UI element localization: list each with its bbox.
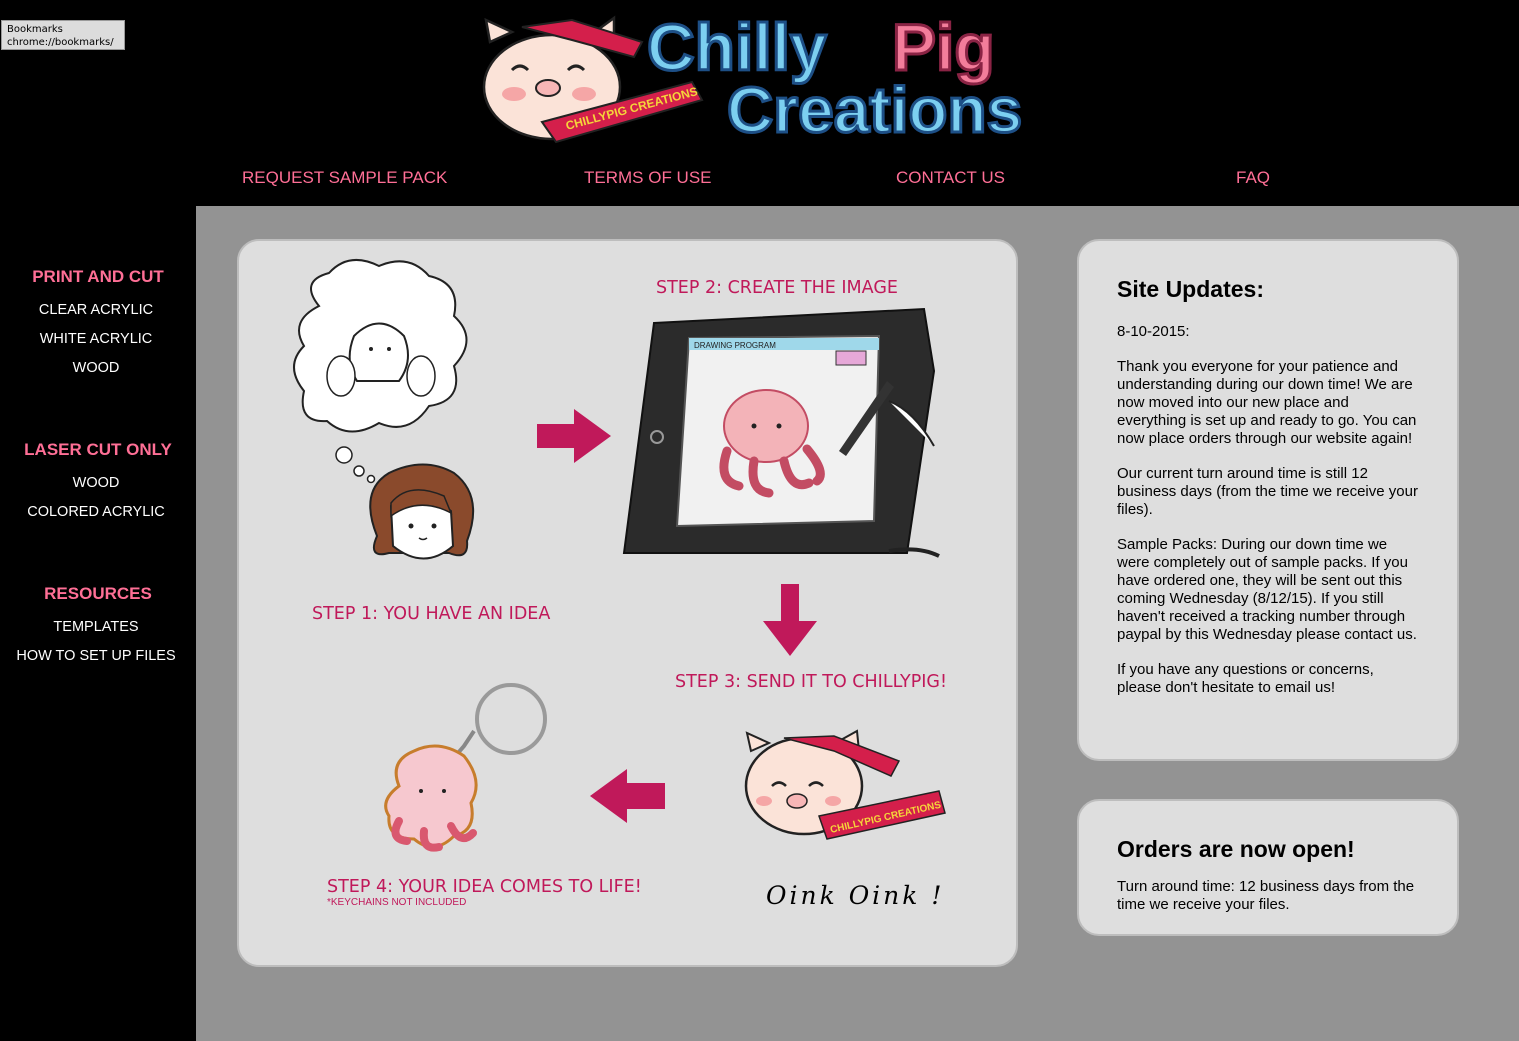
nav-faq[interactable]: FAQ <box>1236 168 1270 188</box>
tablet-screen-label: DRAWING PROGRAM <box>694 341 776 350</box>
site-updates-date: 8-10-2015: <box>1117 323 1190 340</box>
thought-bubble-icon <box>293 258 468 484</box>
site-updates-card: Site Updates: 8-10-2015: Thank you every… <box>1077 239 1459 761</box>
site-updates-paragraph-3: Sample Packs: During our down time we we… <box>1117 536 1417 643</box>
step-3-label: STEP 3: SEND IT TO CHILLYPIG! <box>675 672 947 692</box>
sidebar-item-wood-laser[interactable]: WOOD <box>0 475 192 491</box>
sidebar-item-templates[interactable]: TEMPLATES <box>0 619 192 635</box>
sidebar-item-colored-acrylic[interactable]: COLORED ACRYLIC <box>0 504 192 520</box>
sidebar-heading-resources: RESOURCES <box>44 584 152 603</box>
sidebar-item-clear-acrylic[interactable]: CLEAR ACRYLIC <box>0 302 192 318</box>
step-4-label: STEP 4: YOUR IDEA COMES TO LIFE! <box>327 877 642 897</box>
logo-word-creations: Creations <box>727 74 1022 146</box>
nav-request-sample-pack[interactable]: REQUEST SAMPLE PACK <box>242 168 447 188</box>
site-updates-paragraph-4: If you have any questions or concerns, p… <box>1117 661 1374 696</box>
orders-open-card: Orders are now open! Turn around time: 1… <box>1077 799 1459 936</box>
arrow-right-icon <box>537 409 611 463</box>
sidebar-heading-print-and-cut: PRINT AND CUT <box>32 267 164 286</box>
orders-turnaround-text: Turn around time: 12 business days from … <box>1117 878 1415 913</box>
chillypig-logo[interactable]: CHILLYPIG CREATIONS Chilly Pig Creations <box>472 2 1122 152</box>
site-updates-paragraph-1: Thank you everyone for your patience and… <box>1117 358 1417 447</box>
step-2-label: STEP 2: CREATE THE IMAGE <box>656 278 898 298</box>
how-it-works-panel: DRAWING PROGRAM CHILLYPIG CREATIONS STEP… <box>237 239 1018 967</box>
arrow-left-icon <box>590 769 665 823</box>
logo-word-pig: Pig <box>892 10 995 84</box>
drawing-tablet-icon: DRAWING PROGRAM <box>622 307 940 558</box>
bookmarks-tooltip: Bookmarks chrome://bookmarks/ <box>1 20 125 50</box>
logo-word-chilly: Chilly <box>647 10 827 84</box>
sidebar-item-wood-print[interactable]: WOOD <box>0 360 192 376</box>
keychain-icon <box>384 683 547 852</box>
tooltip-url: chrome://bookmarks/ <box>7 37 114 48</box>
orders-open-title: Orders are now open! <box>1117 836 1355 862</box>
step-4-note: *KEYCHAINS NOT INCLUDED <box>327 897 467 908</box>
sidebar-item-white-acrylic[interactable]: WHITE ACRYLIC <box>0 331 192 347</box>
nav-contact-us[interactable]: CONTACT US <box>896 168 1005 188</box>
oink-caption: Oink Oink ! <box>766 881 945 910</box>
pig-mascot-icon: CHILLYPIG CREATIONS <box>744 729 946 840</box>
site-header: CHILLYPIG CREATIONS Chilly Pig Creations… <box>0 0 1519 206</box>
sidebar-heading-laser-cut-only: LASER CUT ONLY <box>24 440 172 459</box>
sidebar-item-how-to-set-up-files[interactable]: HOW TO SET UP FILES <box>0 648 192 664</box>
site-updates-paragraph-2: Our current turn around time is still 12… <box>1117 465 1418 518</box>
step-1-label: STEP 1: YOU HAVE AN IDEA <box>312 604 551 624</box>
nav-terms-of-use[interactable]: TERMS OF USE <box>584 168 712 188</box>
tooltip-title: Bookmarks <box>7 24 63 35</box>
girl-face-icon <box>369 463 475 560</box>
site-updates-title: Site Updates: <box>1117 276 1264 302</box>
arrow-down-icon <box>763 584 817 656</box>
sidebar: PRINT AND CUT CLEAR ACRYLIC WHITE ACRYLI… <box>0 206 196 1041</box>
